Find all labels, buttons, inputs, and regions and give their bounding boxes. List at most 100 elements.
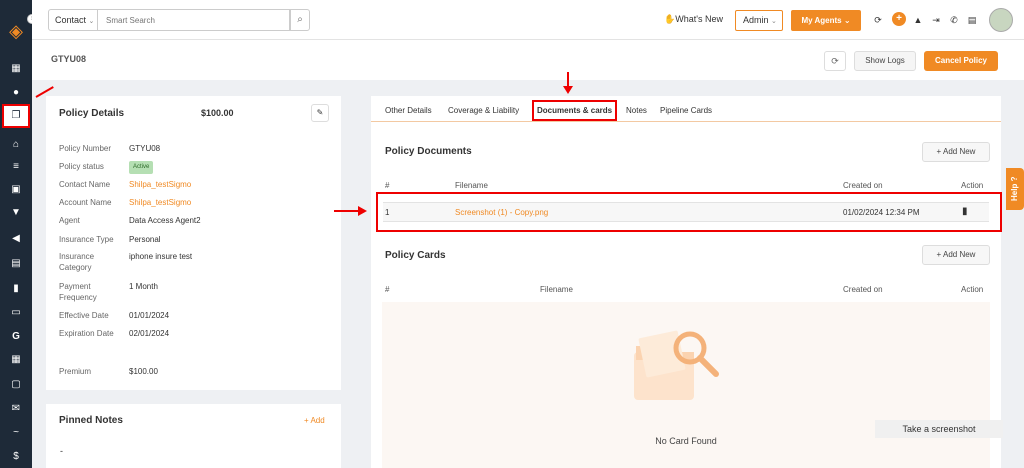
field-label: Agent <box>59 216 80 225</box>
field-label: Payment Frequency <box>59 282 97 302</box>
document-icon[interactable]: ▤ <box>9 257 23 271</box>
policies-icon[interactable]: ❐ <box>2 104 30 128</box>
agent-value: Data Access Agent2 <box>129 216 201 225</box>
tab-notes[interactable]: Notes <box>626 106 647 115</box>
field-label: Contact Name <box>59 180 111 189</box>
page-title: GTYU08 <box>51 54 87 64</box>
field-label: Policy Number <box>59 144 112 153</box>
show-logs-button[interactable]: Show Logs <box>854 51 916 71</box>
take-screenshot-tooltip[interactable]: Take a screenshot <box>875 420 1003 438</box>
field-label: Insurance Type <box>59 235 114 244</box>
admin-select[interactable]: Admin ⌄ <box>735 10 783 31</box>
calendar-icon[interactable]: ▢ <box>9 378 23 392</box>
add-card-button[interactable]: + Add New <box>922 245 990 265</box>
policy-documents-title: Policy Documents <box>385 146 472 157</box>
my-agents-button[interactable]: My Agents ⌄ <box>791 10 861 31</box>
field-label: Effective Date <box>59 311 109 320</box>
bell-icon[interactable]: ▲ <box>912 13 924 27</box>
col-header-created-on: Created on <box>843 285 883 294</box>
chevron-down-icon: ⌄ <box>88 18 95 25</box>
field-label: Account Name <box>59 198 112 207</box>
field-label: Expiration Date <box>59 329 114 338</box>
effective-date-value: 01/01/2024 <box>129 311 170 320</box>
list-icon[interactable]: ≡ <box>9 160 23 174</box>
logo-icon[interactable]: ◈ <box>5 20 27 42</box>
row-highlight-box <box>376 192 1002 232</box>
calculator-icon[interactable]: ▦ <box>9 353 23 367</box>
empty-folder-search-icon <box>634 330 719 400</box>
top-bar: Contact ⌄ ⌕ ✋What's New Admin ⌄ My Agent… <box>32 0 1024 40</box>
help-label: Help <box>1010 183 1019 202</box>
pinned-notes-card: Pinned Notes + Add - <box>46 404 341 468</box>
col-header-action: Action <box>961 285 984 294</box>
field-label: Policy status <box>59 162 104 171</box>
policy-cards-title: Policy Cards <box>385 250 446 261</box>
cancel-policy-button[interactable]: Cancel Policy <box>924 51 998 71</box>
search-input[interactable] <box>98 9 290 31</box>
payment-frequency-value: 1 Month <box>129 282 158 291</box>
notes-icon[interactable]: ▤ <box>966 13 978 27</box>
help-tab[interactable]: Help ? <box>1006 168 1024 210</box>
policy-details-title: Policy Details <box>59 108 125 119</box>
insurance-type-value: Personal <box>129 235 161 244</box>
exit-icon[interactable]: ⇥ <box>930 13 942 27</box>
premium-value: $100.00 <box>129 367 158 376</box>
edit-button[interactable]: ✎ <box>311 104 329 122</box>
pinned-notes-title: Pinned Notes <box>59 415 123 426</box>
chart-icon[interactable]: ▮ <box>9 282 23 296</box>
col-header-num: # <box>385 285 390 294</box>
add-note-button[interactable]: + Add <box>304 416 325 425</box>
context-select[interactable]: Contact ⌄ <box>48 9 98 31</box>
policy-details-card: Policy Details $100.00 ✎ Policy Number G… <box>46 96 341 390</box>
account-name-link[interactable]: Shilpa_testSigmo <box>129 197 191 208</box>
add-icon[interactable]: + <box>892 12 906 26</box>
main-panel: Other Details Coverage & Liability Docum… <box>371 96 1002 468</box>
dashboard-icon[interactable]: ▦ <box>9 62 23 76</box>
policy-amount: $100.00 <box>201 108 234 118</box>
contact-name-link[interactable]: Shilpa_testSigmo <box>129 179 191 190</box>
dollar-icon[interactable]: $ <box>9 450 23 464</box>
tab-bar: Other Details Coverage & Liability Docum… <box>371 96 1001 122</box>
whats-new-label: What's New <box>675 14 723 24</box>
refresh-icon: ⟳ <box>831 56 839 66</box>
expiration-date-value: 02/01/2024 <box>129 329 170 338</box>
tab-documents-cards[interactable]: Documents & cards <box>532 100 618 121</box>
tab-other-details[interactable]: Other Details <box>385 106 432 115</box>
sidebar: ◈ ▦ ● ❐ ⌂ ≡ ▣ ▼ ◀ ▤ ▮ ▭ G ▦ ▢ ✉ ~ $ <box>0 0 32 468</box>
field-label: Insurance Category <box>59 252 95 272</box>
tab-coverage-liability[interactable]: Coverage & Liability <box>448 106 519 115</box>
context-select-value: Contact <box>55 15 87 25</box>
whats-new-link[interactable]: ✋What's New <box>664 14 723 25</box>
add-document-button[interactable]: + Add New <box>922 142 990 162</box>
tab-pipeline-cards[interactable]: Pipeline Cards <box>660 106 712 115</box>
pinned-notes-content: - <box>60 446 63 456</box>
contact-card-icon[interactable]: ▣ <box>9 183 23 197</box>
page-header: GTYU08 ⟳ Show Logs Cancel Policy <box>32 40 1024 80</box>
col-header-action: Action <box>961 181 984 190</box>
folder-icon[interactable]: ▭ <box>9 306 23 320</box>
refresh-button[interactable]: ⟳ <box>824 51 846 71</box>
megaphone-icon[interactable]: ◀ <box>9 232 23 246</box>
sync-icon[interactable]: ⟳ <box>872 13 884 27</box>
search-icon[interactable]: ⌕ <box>290 9 310 31</box>
annotation-arrowhead-row <box>358 206 367 216</box>
google-icon[interactable]: G <box>9 330 23 344</box>
annotation-arrow-row <box>334 210 360 212</box>
pencil-icon: ✎ <box>316 108 324 117</box>
phone-icon[interactable]: ✆ <box>948 13 960 27</box>
my-agents-label: My Agents <box>801 16 842 25</box>
filter-icon[interactable]: ▼ <box>9 206 23 220</box>
policy-status-badge-wrap: Active <box>129 160 154 174</box>
annotation-arrowhead-tab <box>563 86 573 94</box>
signature-icon[interactable]: ~ <box>9 426 23 440</box>
bank-icon[interactable]: ⌂ <box>9 138 23 152</box>
avatar[interactable] <box>989 8 1013 32</box>
mail-icon[interactable]: ✉ <box>9 402 23 416</box>
insurance-category-value: iphone insure test <box>129 252 193 261</box>
policy-number-value: GTYU08 <box>129 144 161 153</box>
chevron-down-icon: ⌄ <box>771 18 777 25</box>
field-label: Premium <box>59 367 92 376</box>
contacts-icon[interactable]: ● <box>9 86 23 100</box>
empty-state: No Card Found <box>382 302 990 468</box>
hand-icon: ✋ <box>664 14 676 24</box>
